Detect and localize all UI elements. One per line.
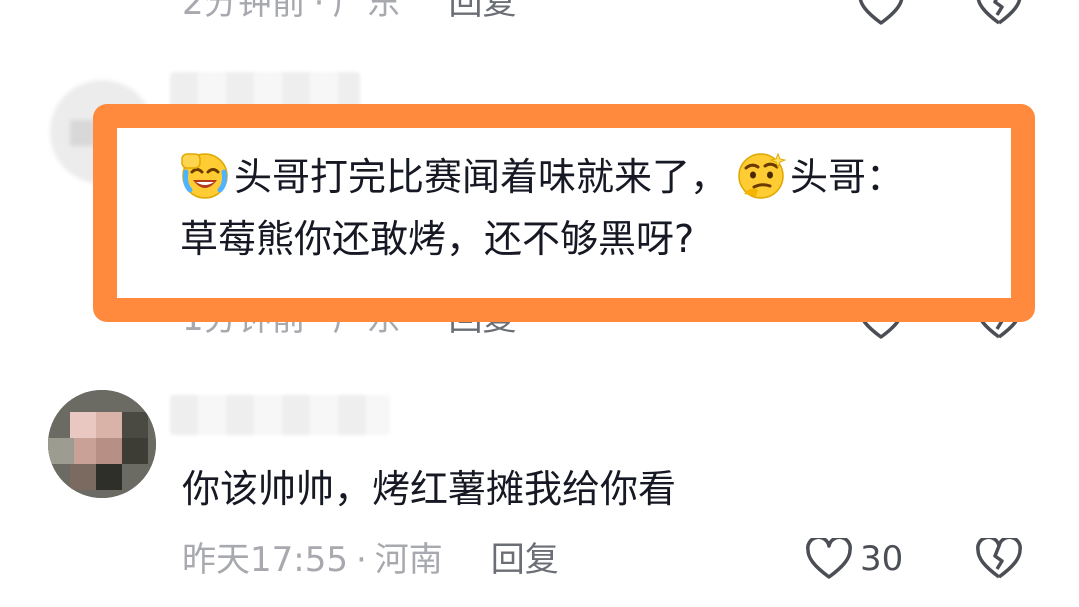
username-redacted: [170, 395, 390, 435]
comment-time: 2分钟前: [182, 0, 306, 23]
comment-line-1b: 头哥：: [790, 155, 905, 199]
heart-icon[interactable]: [858, 0, 904, 26]
comment-meta: 2分钟前 · 广东 回复: [182, 0, 516, 20]
heart-icon[interactable]: [806, 538, 852, 580]
like-button[interactable]: [858, 0, 904, 26]
comment-time: 昨天17:55: [182, 540, 348, 580]
dislike-button[interactable]: [976, 0, 1022, 26]
comment-text: 你该帅帅，烤红薯摊我给你看: [182, 467, 677, 511]
reply-button[interactable]: 回复: [491, 540, 559, 580]
comment-line-1a: 头哥打完比赛闻着味就来了，: [234, 155, 729, 199]
broken-heart-icon[interactable]: [976, 538, 1022, 580]
like-button[interactable]: 30: [806, 538, 903, 580]
broken-heart-icon[interactable]: [976, 0, 1022, 26]
comment-location: 广东: [332, 0, 401, 23]
face-with-tears-emoji-icon: [180, 150, 230, 200]
meta-separator: ·: [355, 540, 367, 580]
comment-line-2: 草莓熊你还敢烤，还不够黑呀?: [180, 217, 695, 261]
dislike-button[interactable]: [976, 538, 1022, 580]
comment-meta: 昨天17:55 · 河南 回复: [182, 543, 559, 577]
comment-text: 头哥打完比赛闻着味就来了， 头哥： 草莓熊你还敢烤，还不够黑呀?: [180, 146, 904, 270]
avatar[interactable]: [48, 390, 156, 498]
thinking-face-emoji-icon: [736, 150, 787, 200]
reply-button[interactable]: 回复: [448, 0, 516, 23]
meta-separator: ·: [313, 0, 325, 23]
like-count: 30: [860, 539, 904, 579]
comment-location: 河南: [374, 540, 443, 580]
